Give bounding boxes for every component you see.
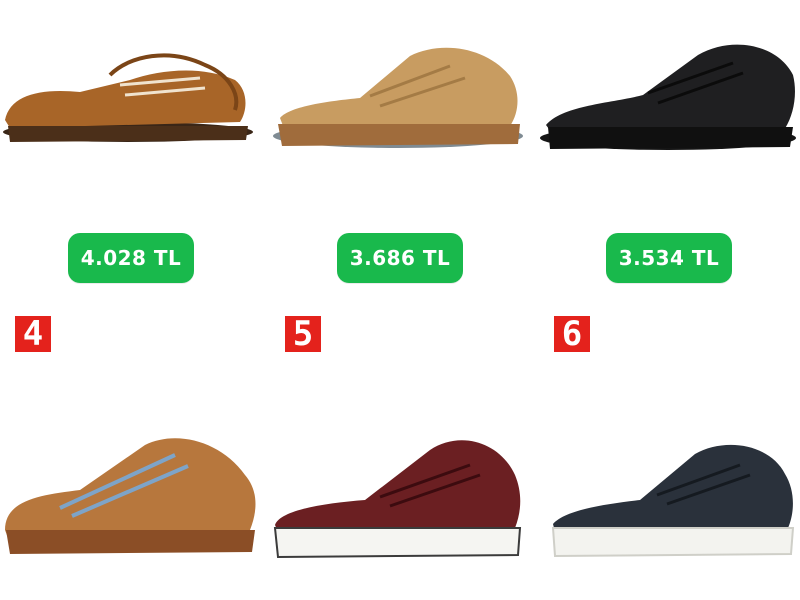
product-image-mesh-sneaker[interactable] [270,36,525,156]
product-image-navy-sneaker[interactable] [545,432,800,567]
price-button-2[interactable]: 3.686 TL [337,233,463,283]
product-image-black-sneaker[interactable] [538,35,798,160]
product-image-boat-shoe[interactable] [0,40,255,150]
product-image-suede-sneaker[interactable] [0,430,260,560]
rank-badge-4: 4 [15,316,51,352]
rank-badge-5: 5 [285,316,321,352]
rank-badge-6: 6 [554,316,590,352]
product-image-burgundy-sneaker[interactable] [270,430,525,565]
price-button-3[interactable]: 3.534 TL [606,233,732,283]
price-button-1[interactable]: 4.028 TL [68,233,194,283]
